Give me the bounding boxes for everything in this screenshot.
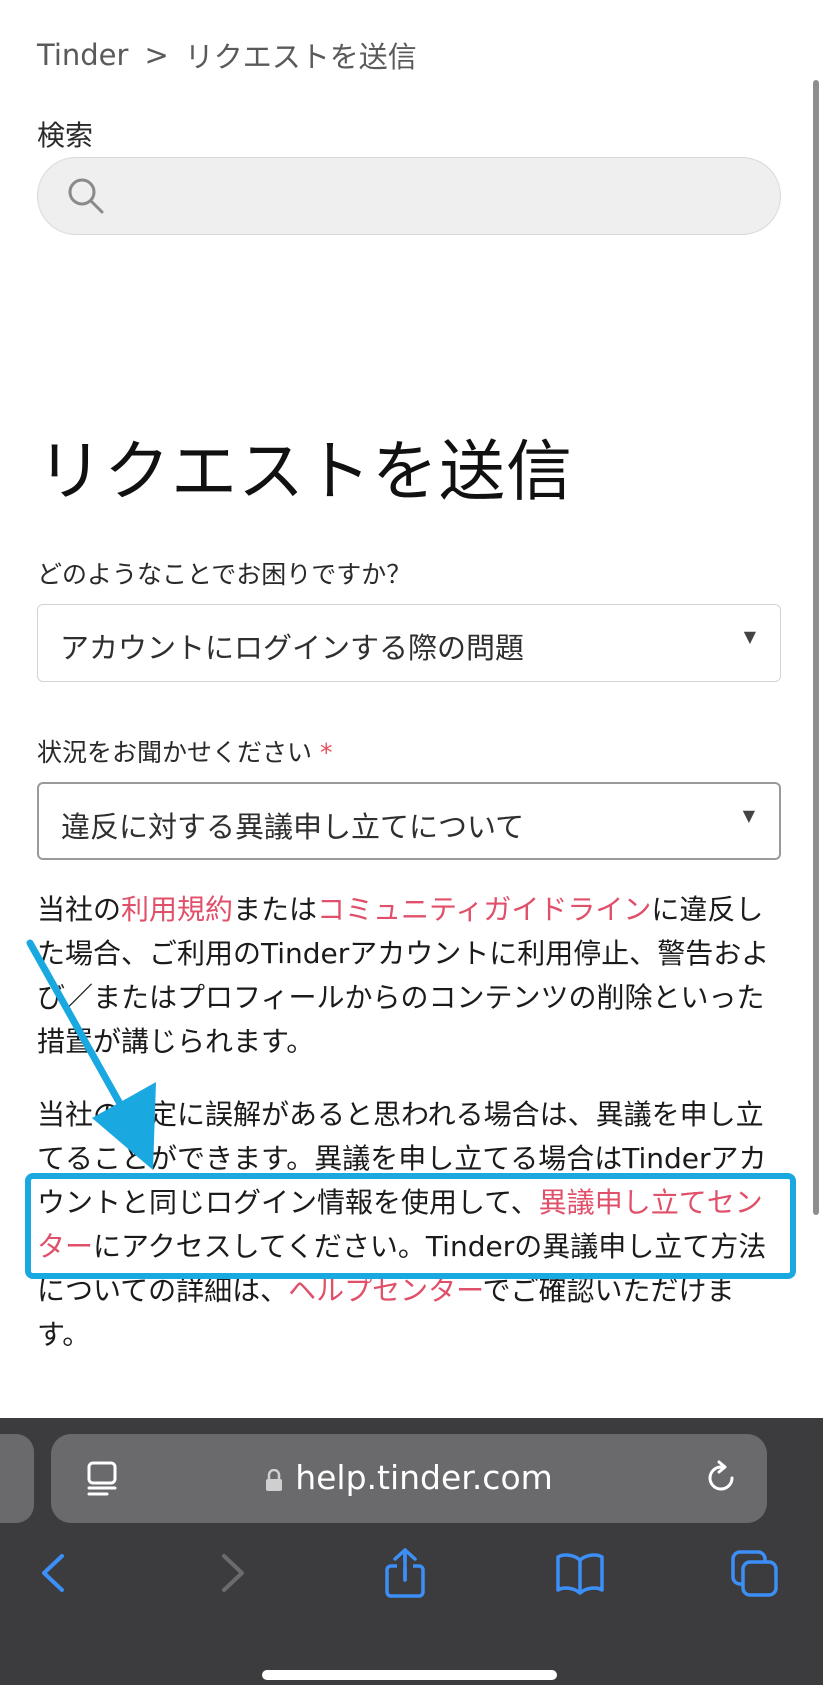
chevron-down-icon: ▼: [743, 627, 756, 646]
share-icon[interactable]: [380, 1548, 430, 1598]
web-page: Tinder > リクエストを送信 検索 リクエストを送信 どのようなことでお困…: [0, 0, 823, 1418]
address-bar[interactable]: help.tinder.com: [51, 1434, 767, 1523]
search-label: 検索: [37, 119, 94, 152]
issue-select[interactable]: アカウントにログインする際の問題 ▼: [37, 604, 781, 682]
situation-select-value: 違反に対する異議申し立てについて: [61, 810, 525, 844]
reload-icon[interactable]: [701, 1458, 741, 1498]
text-span: 当社の: [37, 893, 122, 926]
url-text: help.tinder.com: [295, 1458, 553, 1497]
violation-paragraph: 当社の利用規約またはコミュニティガイドラインに違反した場合、ご利用のTinder…: [37, 888, 787, 1064]
question2-label-text: 状況をお聞かせください: [37, 738, 313, 767]
chevron-down-icon: ▼: [742, 806, 755, 825]
terms-link[interactable]: 利用規約: [121, 893, 233, 926]
bookmarks-icon[interactable]: [555, 1548, 605, 1598]
search-input[interactable]: [37, 157, 781, 235]
situation-select[interactable]: 違反に対する異議申し立てについて ▼: [37, 782, 781, 860]
back-icon[interactable]: [30, 1548, 80, 1598]
page-title: リクエストを送信: [37, 433, 573, 510]
forward-icon[interactable]: [206, 1548, 256, 1598]
question2-label: 状況をお聞かせください *: [37, 733, 333, 769]
breadcrumb: Tinder > リクエストを送信: [37, 34, 417, 76]
breadcrumb-current[interactable]: リクエストを送信: [185, 34, 417, 76]
page-scrollbar[interactable]: [813, 80, 819, 1215]
url-display: help.tinder.com: [51, 1458, 767, 1497]
tabs-icon[interactable]: [730, 1548, 780, 1598]
question1-label: どのようなことでお困りですか？: [37, 560, 412, 589]
community-guidelines-link[interactable]: コミュニティガイドライン: [317, 893, 651, 926]
browser-toolbar: help.tinder.com: [0, 1418, 823, 1685]
breadcrumb-root-link[interactable]: Tinder: [37, 38, 128, 72]
search-icon: [68, 178, 104, 214]
previous-tab-preview[interactable]: [0, 1434, 34, 1523]
required-mark: *: [320, 738, 333, 767]
home-indicator[interactable]: [262, 1670, 557, 1680]
breadcrumb-separator: >: [144, 38, 169, 72]
issue-select-value: アカウントにログインする際の問題: [60, 631, 525, 665]
annotation-highlight-box: [25, 1173, 796, 1279]
lock-icon: [266, 1469, 283, 1491]
text-span: または: [233, 893, 318, 926]
